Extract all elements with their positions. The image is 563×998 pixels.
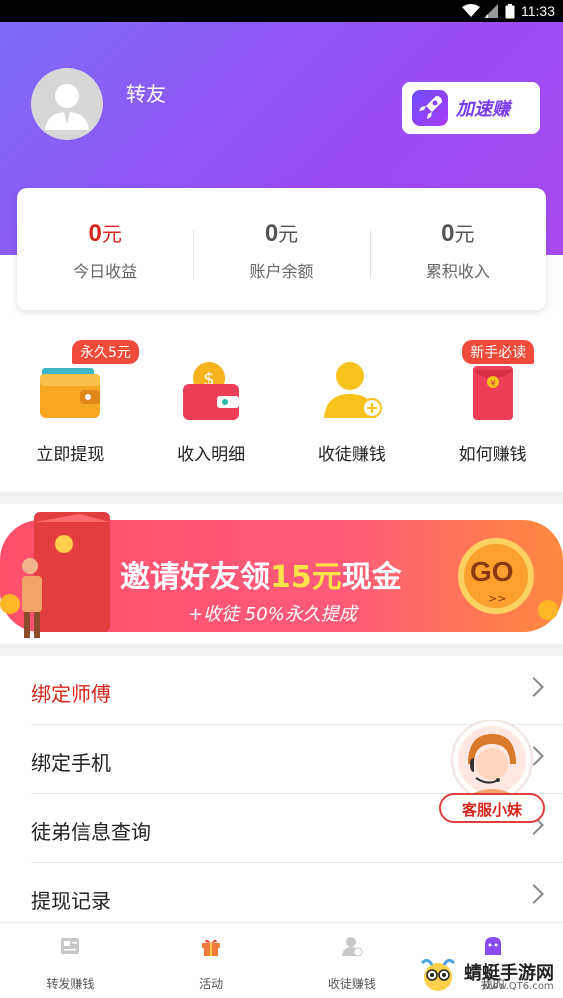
stat-today-earnings[interactable]: 0元 今日收益 xyxy=(17,188,193,310)
promo-tag: 新手必读 xyxy=(462,340,535,364)
tab-label: 收徒赚钱 xyxy=(327,977,376,991)
banner-title-suffix: 现金 xyxy=(341,560,402,595)
speed-earn-button[interactable]: 加速赚 xyxy=(402,82,540,134)
tab-recruit-earn[interactable]: 收徒赚钱 xyxy=(282,923,423,998)
wifi-icon xyxy=(462,4,480,17)
battery-icon xyxy=(505,4,515,19)
username: 转友 xyxy=(126,82,166,106)
banner-subtitle: +收徒 50%永久提成 xyxy=(188,604,357,625)
user-add-icon xyxy=(323,362,382,418)
stat-value: 0 xyxy=(264,220,279,247)
stat-unit: 元 xyxy=(101,222,122,246)
section-divider xyxy=(0,492,563,504)
stat-total-income[interactable]: 0元 累积收入 xyxy=(369,188,546,310)
banner-go-label[interactable]: GO xyxy=(470,556,514,588)
section-divider xyxy=(0,644,563,656)
menu-item-bind-master[interactable]: 绑定师傅 xyxy=(31,656,563,725)
customer-service-label: 客服小妹 xyxy=(461,801,522,819)
stat-label: 账户余额 xyxy=(249,262,314,281)
customer-service-button[interactable]: 客服小妹 xyxy=(438,719,546,830)
chevron-right-icon xyxy=(524,677,544,697)
quick-action-how-to-earn[interactable]: ¥ 新手必读 如何赚钱 xyxy=(422,340,563,470)
banner-go-arrow: >> xyxy=(488,592,507,605)
quick-action-label: 立即提现 xyxy=(36,445,105,465)
menu-item-label: 提现记录 xyxy=(31,889,111,913)
menu-item-label: 绑定手机 xyxy=(31,751,111,775)
quick-action-label: 收徒赚钱 xyxy=(317,445,386,465)
banner-title-highlight: 15元 xyxy=(270,560,342,595)
gift-icon xyxy=(202,939,221,956)
site-watermark: 蜻蜓手游网 www.QT6.com xyxy=(416,955,563,998)
quick-action-label: 如何赚钱 xyxy=(458,445,527,465)
stat-label: 今日收益 xyxy=(73,262,138,281)
promo-tag: 永久5元 xyxy=(72,340,139,364)
rocket-icon xyxy=(412,90,448,126)
tab-share-earn[interactable]: 转发赚钱 xyxy=(0,923,141,998)
avatar[interactable] xyxy=(31,68,103,140)
profile-icon xyxy=(484,937,501,955)
quick-action-label: 收入明细 xyxy=(177,445,246,465)
stat-unit: 元 xyxy=(454,222,475,246)
banner-title: 邀请好友领15元现金 xyxy=(120,552,402,596)
stat-value: 0 xyxy=(88,220,102,247)
banner-title-prefix: 邀请好友领 xyxy=(120,560,270,595)
svg-text:¥: ¥ xyxy=(490,379,495,388)
red-envelope-icon: ¥ xyxy=(472,366,513,420)
menu-item-label: 徒弟信息查询 xyxy=(31,820,151,844)
default-avatar-icon xyxy=(45,84,89,130)
status-bar: 11:33 xyxy=(0,0,563,22)
tab-activity[interactable]: 活动 xyxy=(141,923,282,998)
news-icon xyxy=(61,938,80,954)
tab-label: 活动 xyxy=(199,977,224,991)
earnings-summary-card: 0元 今日收益 0元 账户余额 0元 累积收入 xyxy=(17,188,546,310)
stat-unit: 元 xyxy=(278,222,299,246)
signal-icon xyxy=(484,4,498,18)
wallet-icon xyxy=(40,368,101,418)
money-wallet-icon: $ xyxy=(183,362,240,420)
stat-label: 累积收入 xyxy=(425,262,490,281)
quick-action-income-details[interactable]: $ 收入明细 xyxy=(141,340,282,470)
chevron-right-icon xyxy=(524,884,544,904)
stat-account-balance[interactable]: 0元 账户余额 xyxy=(193,188,369,310)
quick-action-recruit[interactable]: 收徒赚钱 xyxy=(282,340,423,470)
tab-label: 转发赚钱 xyxy=(46,977,95,991)
user-add-icon xyxy=(341,937,363,957)
watermark-url: www.QT6.com xyxy=(482,981,554,992)
invite-banner[interactable]: 邀请好友领15元现金 +收徒 50%永久提成 GO >> xyxy=(0,504,563,644)
quick-action-withdraw[interactable]: 永久5元 立即提现 xyxy=(0,340,141,470)
stat-value: 0 xyxy=(441,220,455,247)
dragonfly-logo-icon xyxy=(420,958,456,991)
speed-earn-label: 加速赚 xyxy=(456,99,510,120)
menu-item-label: 绑定师傅 xyxy=(31,682,111,706)
quick-actions: 永久5元 立即提现 $ 收入明细 收徒赚钱 ¥ 新手必读 如何赚钱 xyxy=(0,340,563,470)
status-time: 11:33 xyxy=(521,3,555,19)
